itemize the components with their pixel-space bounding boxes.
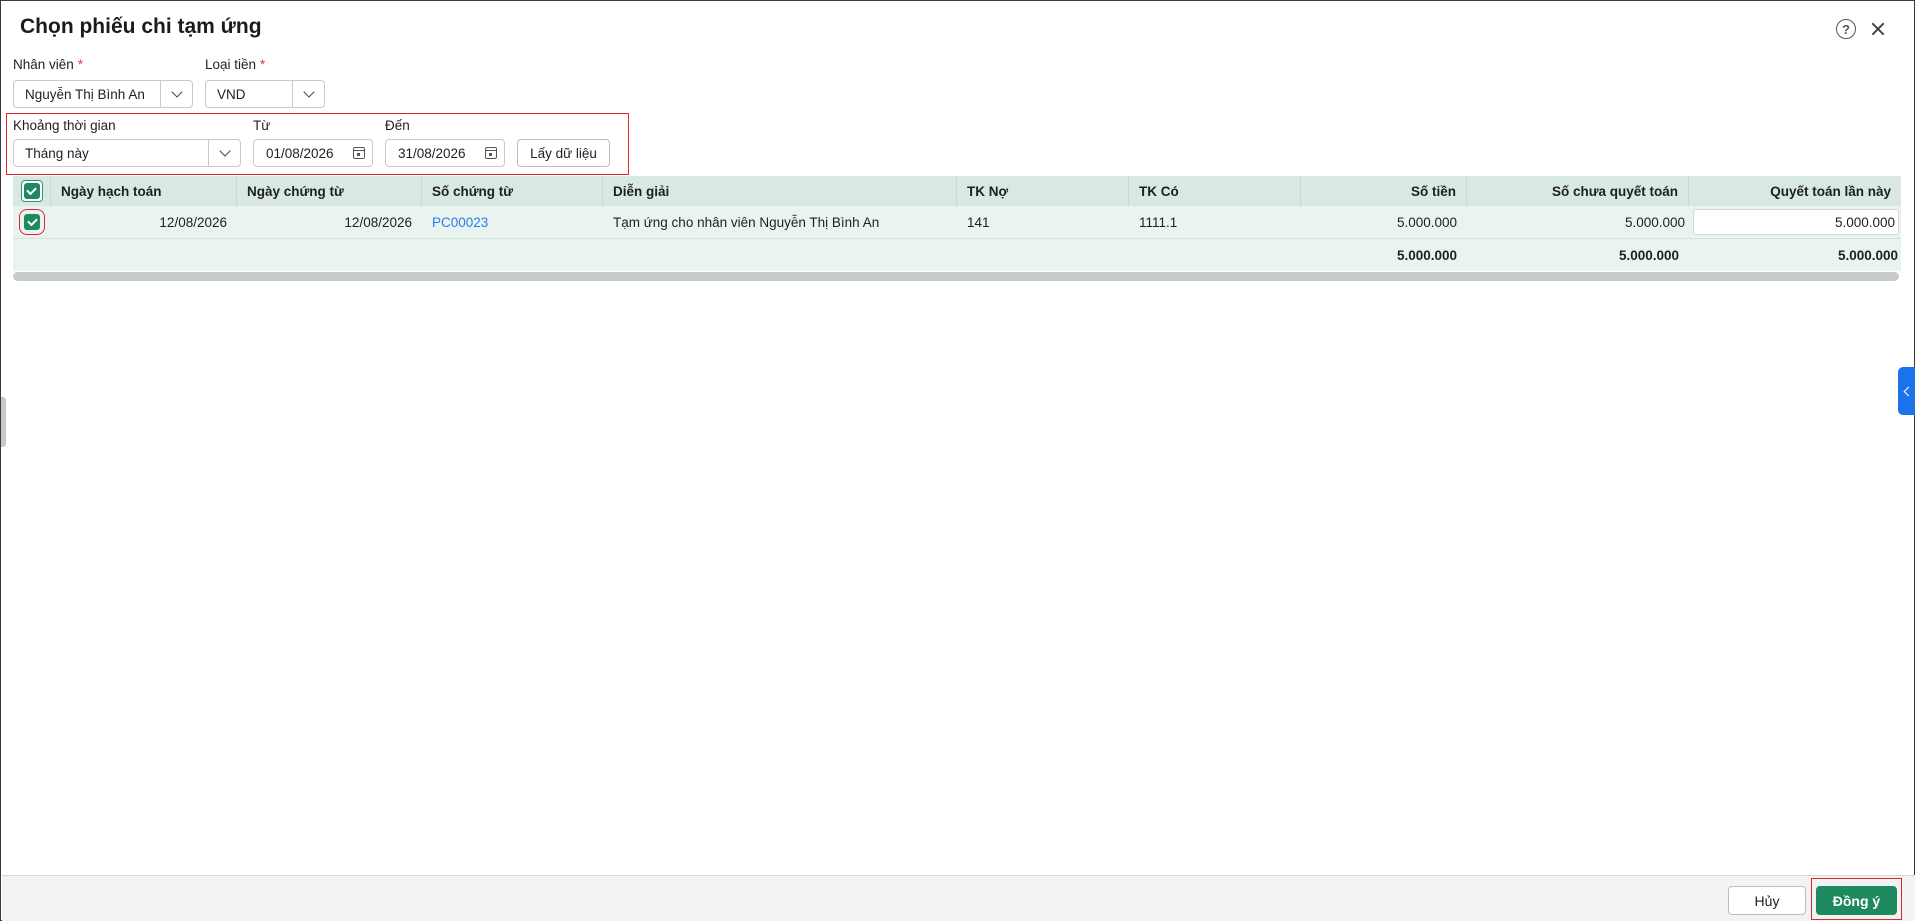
row-checkbox[interactable] bbox=[19, 209, 45, 235]
required-mark: * bbox=[77, 57, 84, 72]
ok-button[interactable]: Đồng ý bbox=[1816, 886, 1897, 915]
calendar-icon[interactable] bbox=[353, 147, 365, 159]
col-debit-account[interactable]: TK Nợ bbox=[957, 176, 1129, 206]
row-select-cell bbox=[13, 206, 51, 238]
dialog-footer bbox=[2, 875, 1915, 921]
chevron-down-icon bbox=[170, 86, 183, 98]
voucher-table: Ngày hạch toán Ngày chứng từ Số chứng từ… bbox=[13, 176, 1901, 271]
cell-credit-account: 1111.1 bbox=[1139, 214, 1178, 230]
period-value: Tháng này bbox=[25, 145, 89, 161]
table-row[interactable]: 12/08/2026 12/08/2026 PC00023 Tạm ứng ch… bbox=[13, 206, 1901, 239]
total-amount: 5.000.000 bbox=[1396, 247, 1457, 263]
from-date-input[interactable]: 01/08/2026 bbox=[253, 139, 373, 167]
cell-settle-now: 5.000.000 bbox=[1689, 206, 1901, 238]
cell-amount: 5.000.000 bbox=[1396, 214, 1457, 230]
totals-spacer bbox=[13, 239, 1301, 271]
cell-description: Tạm ứng cho nhân viên Nguyễn Thị Bình An bbox=[613, 214, 880, 230]
chevron-down-icon bbox=[218, 145, 231, 157]
table-totals: 5.000.000 5.000.000 5.000.000 bbox=[13, 239, 1901, 271]
employee-select[interactable]: Nguyễn Thị Bình An bbox=[13, 80, 193, 108]
to-date-value: 31/08/2026 bbox=[398, 145, 466, 161]
employee-label: Nhân viên * bbox=[13, 57, 84, 72]
employee-value: Nguyễn Thị Bình An bbox=[25, 86, 145, 102]
period-dropdown-button[interactable] bbox=[208, 140, 240, 166]
side-panel-toggle[interactable] bbox=[1898, 367, 1915, 415]
from-date-value: 01/08/2026 bbox=[266, 145, 334, 161]
cancel-button[interactable]: Hủy bbox=[1728, 886, 1806, 915]
currency-value: VND bbox=[217, 86, 246, 102]
help-icon[interactable]: ? bbox=[1836, 19, 1856, 39]
cell-doc-no-link[interactable]: PC00023 bbox=[422, 206, 603, 238]
to-label: Đến bbox=[385, 118, 410, 133]
col-description[interactable]: Diễn giải bbox=[603, 176, 957, 206]
col-posting-date[interactable]: Ngày hạch toán bbox=[51, 176, 237, 206]
horizontal-scrollbar[interactable] bbox=[13, 272, 1899, 281]
cell-unsettled: 5.000.000 bbox=[1624, 214, 1685, 230]
total-settle-now: 5.000.000 bbox=[1837, 247, 1898, 263]
from-label: Từ bbox=[253, 118, 271, 133]
required-mark: * bbox=[260, 57, 266, 72]
period-label: Khoảng thời gian bbox=[13, 118, 116, 133]
col-doc-date[interactable]: Ngày chứng từ bbox=[237, 176, 422, 206]
select-all-cell bbox=[13, 176, 51, 206]
table-header: Ngày hạch toán Ngày chứng từ Số chứng từ… bbox=[13, 176, 1901, 206]
cell-debit-account: 141 bbox=[967, 214, 990, 230]
col-settle-now[interactable]: Quyết toán lần này bbox=[1689, 176, 1901, 206]
cell-posting-date: 12/08/2026 bbox=[159, 214, 227, 230]
check-icon bbox=[23, 183, 40, 199]
col-credit-account[interactable]: TK Có bbox=[1129, 176, 1301, 206]
currency-label: Loại tiền * bbox=[205, 57, 266, 72]
chevron-down-icon bbox=[302, 86, 315, 98]
calendar-icon[interactable] bbox=[485, 147, 497, 159]
settle-now-input[interactable]: 5.000.000 bbox=[1693, 209, 1899, 235]
period-select[interactable]: Tháng này bbox=[13, 139, 241, 167]
to-date-input[interactable]: 31/08/2026 bbox=[385, 139, 505, 167]
cell-doc-date: 12/08/2026 bbox=[344, 214, 412, 230]
col-doc-no[interactable]: Số chứng từ bbox=[422, 176, 603, 206]
currency-select[interactable]: VND bbox=[205, 80, 325, 108]
dialog: Chọn phiếu chi tạm ứng ? Nhân viên * Nguy… bbox=[0, 0, 1915, 921]
close-icon[interactable] bbox=[1868, 19, 1888, 39]
fetch-data-button[interactable]: Lấy dữ liệu bbox=[517, 139, 610, 167]
chevron-left-icon bbox=[1903, 386, 1914, 396]
select-all-checkbox[interactable] bbox=[20, 180, 43, 202]
currency-dropdown-button[interactable] bbox=[292, 81, 324, 107]
employee-dropdown-button[interactable] bbox=[160, 81, 192, 107]
dialog-actions: ? bbox=[1836, 19, 1888, 39]
total-unsettled: 5.000.000 bbox=[1618, 247, 1679, 263]
left-panel-handle[interactable] bbox=[1, 397, 6, 447]
col-amount[interactable]: Số tiền bbox=[1301, 176, 1467, 206]
dialog-title: Chọn phiếu chi tạm ứng bbox=[20, 15, 262, 38]
col-unsettled[interactable]: Số chưa quyết toán bbox=[1467, 176, 1689, 206]
